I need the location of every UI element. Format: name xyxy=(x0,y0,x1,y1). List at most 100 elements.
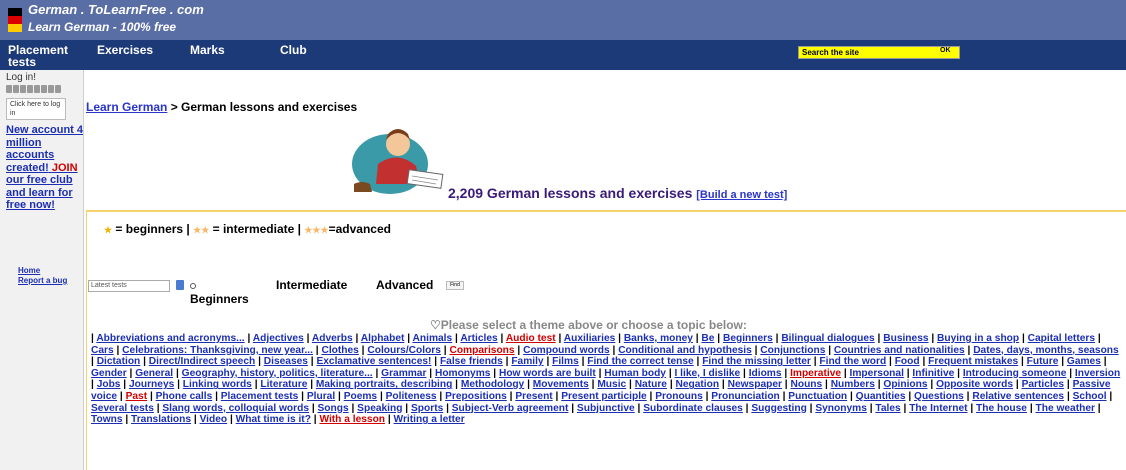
topic-link[interactable]: Relative sentences xyxy=(972,391,1064,402)
filter-intermediate[interactable]: Intermediate xyxy=(276,278,347,292)
topic-link[interactable]: Phone calls xyxy=(156,391,213,402)
topic-link[interactable]: False friends xyxy=(440,356,503,367)
topic-link[interactable]: Future xyxy=(1027,356,1059,367)
social-icon[interactable] xyxy=(27,85,33,93)
topic-link[interactable]: Family xyxy=(511,356,543,367)
topic-link[interactable]: Literature xyxy=(260,379,307,390)
tests-select[interactable]: Latest tests xyxy=(88,280,170,292)
topic-link[interactable]: Politeness xyxy=(386,391,437,402)
topic-link[interactable]: Quantities xyxy=(856,391,906,402)
topic-link[interactable]: Capital letters xyxy=(1028,333,1095,344)
topic-link[interactable]: Conjunctions xyxy=(760,345,825,356)
sidebar-link-report-bug[interactable]: Report a bug xyxy=(18,276,67,286)
topic-link[interactable]: Adverbs xyxy=(312,333,353,344)
topic-link[interactable]: Tales xyxy=(875,403,900,414)
topic-link[interactable]: Conditional and hypothesis xyxy=(618,345,752,356)
topic-link[interactable]: Prepositions xyxy=(445,391,507,402)
topic-link[interactable]: Sports xyxy=(411,403,443,414)
topic-link[interactable]: Writing a letter xyxy=(394,414,465,425)
topic-link[interactable]: Towns xyxy=(91,414,123,425)
social-icon[interactable] xyxy=(20,85,26,93)
join-club-promo[interactable]: New account 4 million accounts created! … xyxy=(6,124,86,212)
topic-link[interactable]: Comparisons xyxy=(449,345,514,356)
social-icon[interactable] xyxy=(34,85,40,93)
topic-link[interactable]: Inversion xyxy=(1075,368,1120,379)
topic-link[interactable]: Find the correct tense xyxy=(587,356,693,367)
topic-link[interactable]: Auxiliaries xyxy=(564,333,616,344)
topic-link[interactable]: Celebrations: Thanksgiving, new year... xyxy=(122,345,313,356)
topic-link[interactable]: Subordinate clauses xyxy=(643,403,743,414)
topic-link[interactable]: Banks, money xyxy=(624,333,693,344)
breadcrumb-home-link[interactable]: Learn German xyxy=(86,100,167,114)
topic-link[interactable]: The house xyxy=(976,403,1027,414)
topic-link[interactable]: Infinitive xyxy=(912,368,954,379)
topic-link[interactable]: Food xyxy=(895,356,920,367)
social-icon[interactable] xyxy=(48,85,54,93)
topic-link[interactable]: Grammar xyxy=(381,368,426,379)
promo-join[interactable]: JOIN xyxy=(52,162,78,174)
site-logo[interactable]: German . ToLearnFree . com Learn German … xyxy=(6,2,256,38)
search-input[interactable]: Search the site xyxy=(798,46,960,59)
topic-link[interactable]: Placement tests xyxy=(221,391,299,402)
topic-link[interactable]: Find the word xyxy=(819,356,886,367)
nav-exercises[interactable]: Exercises xyxy=(97,44,153,56)
social-icon[interactable] xyxy=(13,85,19,93)
topic-link[interactable]: Idioms xyxy=(749,368,782,379)
social-login-icons[interactable] xyxy=(6,84,80,94)
topic-link[interactable]: Punctuation xyxy=(788,391,847,402)
topic-link[interactable]: Translations xyxy=(131,414,191,425)
topic-link[interactable]: Past xyxy=(126,391,148,402)
topic-link[interactable]: Synonyms xyxy=(815,403,867,414)
topic-link[interactable]: Linking words xyxy=(183,379,252,390)
topic-link[interactable]: Several tests xyxy=(91,403,154,414)
topic-link[interactable]: Films xyxy=(552,356,579,367)
topic-link[interactable]: Nature xyxy=(635,379,667,390)
topic-link[interactable]: Newspaper xyxy=(728,379,782,390)
topic-link[interactable]: Methodology xyxy=(461,379,524,390)
topic-link[interactable]: Present xyxy=(515,391,552,402)
topic-link[interactable]: Impersonal xyxy=(850,368,904,379)
topic-link[interactable]: Opinions xyxy=(883,379,927,390)
topic-link[interactable]: The Internet xyxy=(909,403,967,414)
topic-link[interactable]: Homonyms xyxy=(435,368,490,379)
nav-club[interactable]: Club xyxy=(280,44,307,56)
topic-link[interactable]: Be xyxy=(701,333,714,344)
nav-placement-tests[interactable]: Placement tests xyxy=(8,44,83,68)
topic-link[interactable]: Beginners xyxy=(723,333,773,344)
topic-link[interactable]: Colours/Colors xyxy=(367,345,441,356)
topic-link[interactable]: Articles xyxy=(460,333,497,344)
topic-link[interactable]: Speaking xyxy=(357,403,402,414)
topic-link[interactable]: General xyxy=(135,368,173,379)
topic-link[interactable]: With a lesson xyxy=(319,414,385,425)
login-button[interactable]: Click here to log in xyxy=(6,98,66,120)
social-icon[interactable] xyxy=(41,85,47,93)
topic-link[interactable]: Exclamative sentences! xyxy=(316,356,431,367)
topic-link[interactable]: Animals xyxy=(413,333,453,344)
topic-link[interactable]: Introducing someone xyxy=(963,368,1067,379)
topic-link[interactable]: Geography, history, politics, literature… xyxy=(182,368,373,379)
topic-link[interactable]: Movements xyxy=(533,379,589,390)
topic-link[interactable]: Pronunciation xyxy=(711,391,779,402)
topic-link[interactable]: Subject-Verb agreement xyxy=(452,403,569,414)
topic-link[interactable]: Games xyxy=(1067,356,1101,367)
topic-link[interactable]: Alphabet xyxy=(361,333,405,344)
topic-link[interactable]: Nouns xyxy=(790,379,822,390)
topic-link[interactable]: Music xyxy=(597,379,626,390)
topic-link[interactable]: Slang words, colloquial words xyxy=(162,403,309,414)
topic-link[interactable]: Frequent mistakes xyxy=(928,356,1018,367)
topic-link[interactable]: Pronouns xyxy=(655,391,703,402)
topic-link[interactable]: Suggesting xyxy=(751,403,806,414)
topic-link[interactable]: Jobs xyxy=(97,379,121,390)
topic-link[interactable]: Questions xyxy=(914,391,964,402)
topic-link[interactable]: Human body xyxy=(604,368,666,379)
filter-go-button[interactable]: Find xyxy=(446,281,464,290)
topic-link[interactable]: The weather xyxy=(1036,403,1095,414)
social-icon[interactable] xyxy=(55,85,61,93)
topic-link[interactable]: Business xyxy=(883,333,928,344)
topic-link[interactable]: Cars xyxy=(91,345,114,356)
topic-link[interactable]: Opposite words xyxy=(936,379,1013,390)
promo-text-2[interactable]: our free club and learn for free now! xyxy=(6,174,73,211)
topic-link[interactable]: Dictation xyxy=(97,356,141,367)
topic-link[interactable]: Imperative xyxy=(790,368,841,379)
topic-link[interactable]: Audio test xyxy=(506,333,556,344)
